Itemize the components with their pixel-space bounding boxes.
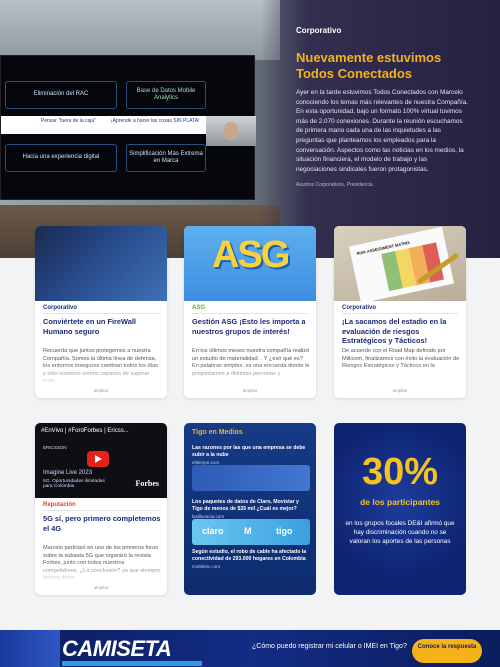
- media-item-source: lasillavacia.com: [192, 513, 225, 519]
- promo-banner[interactable]: CAMISETA ¿Cómo puedo registrar mi celula…: [0, 630, 500, 667]
- stat-subtitle: de los participantes: [360, 497, 440, 507]
- card-category-tag[interactable]: Corporativo: [43, 305, 77, 311]
- card-expand-link[interactable]: ampliar: [334, 388, 466, 393]
- card-title[interactable]: ¡La sacamos del estadio en la evaluación…: [342, 317, 460, 346]
- learn-answer-button[interactable]: Conoce la respuesta: [412, 639, 482, 663]
- operator-logos-image: claro M tigo: [192, 519, 310, 545]
- card-divider: [342, 313, 458, 314]
- media-item[interactable]: Según estudio, el robo de cable ha afect…: [192, 549, 310, 569]
- stat-value: 30%: [361, 451, 439, 493]
- hero-background-wall: [0, 0, 280, 60]
- hero-presentation-screen: Eliminación del RAC Base de Datos Mobile…: [0, 55, 256, 200]
- card-fade: [184, 364, 316, 386]
- media-item-title[interactable]: Según estudio, el robo de cable ha afect…: [192, 549, 310, 563]
- card-title[interactable]: Conviértete en un FireWall Humano seguro: [43, 317, 161, 336]
- news-card-asg[interactable]: ASG ASG Gestión ASG ¡Esto les importa a …: [184, 226, 316, 398]
- stat-description: en los grupos focales DE&I afirmó que ha…: [345, 520, 455, 545]
- card-title[interactable]: Gestión ASG ¡Esto les importa a nuestros…: [192, 317, 310, 336]
- banner-headline: CAMISETA: [62, 636, 172, 661]
- hero-category-tag[interactable]: Corporativo: [296, 26, 468, 35]
- hero-text-block: Corporativo Nuevamente estuvimos Todos C…: [296, 26, 468, 188]
- video-subtitle: Imagine Live 2023: [43, 470, 93, 476]
- video-title[interactable]: #EnVivo | #ForoForbes | Ericss...: [41, 428, 129, 434]
- hero-title[interactable]: Nuevamente estuvimos Todos Conectados: [296, 50, 468, 82]
- media-item[interactable]: Los paquetes de datos de Claro, Movistar…: [192, 499, 310, 519]
- screen-think-outside-box: Pensar "fuera de la caja": [41, 118, 96, 124]
- hero-banner[interactable]: Eliminación del RAC Base de Datos Mobile…: [0, 0, 500, 258]
- media-item-source: eltiempo.com: [192, 459, 220, 465]
- asg-image: ASG: [184, 226, 316, 301]
- screen-cell-brand-simplification: Simplificación Más Extrema en Marca: [126, 144, 206, 172]
- news-card-risk[interactable]: RISK ASSESSMENT MATRIX Corporativo ¡La s…: [334, 226, 466, 398]
- banner-strip: [62, 661, 202, 666]
- news-card-firewall[interactable]: Corporativo Conviértete en un FireWall H…: [35, 226, 167, 398]
- card-fade: [35, 364, 167, 386]
- video-caption: 5G: Oportunidades ilimitadas para Colomb…: [43, 479, 105, 489]
- media-heading: Tigo en Medios: [192, 429, 243, 436]
- asg-logo-text: ASG: [212, 234, 290, 276]
- players-image: [0, 630, 60, 667]
- play-button-icon[interactable]: [87, 451, 109, 467]
- webcam-person: [224, 122, 238, 140]
- media-item-source: mobiletic.com: [192, 563, 221, 569]
- card-divider: [192, 313, 308, 314]
- tigo-logo: tigo: [276, 526, 293, 536]
- screen-cell-digital-experience: Hacia una experiencia digital: [5, 144, 117, 172]
- card-divider: [43, 510, 159, 511]
- webcam-thumbnail: [206, 116, 256, 146]
- banner-question: ¿Cómo puedo registrar mi celular o IMEI …: [252, 643, 407, 650]
- card-category-tag[interactable]: Corporativo: [342, 305, 376, 311]
- card-fade: [334, 364, 466, 386]
- card-title[interactable]: 5G sí, pero primero completemos el 4G: [43, 514, 161, 533]
- media-item-image: [192, 465, 310, 491]
- screen-white-bar: Pensar "fuera de la caja" ¡Aprende a hac…: [1, 116, 206, 134]
- screen-cell-mobile-analytics: Base de Datos Mobile Analytics: [126, 81, 206, 109]
- screen-learn-without-money: ¡Aprende a hacer las cosas SIN PLATA!: [111, 118, 200, 124]
- news-card-5g[interactable]: #EnVivo | #ForoForbes | Ericss... ERICSS…: [35, 423, 167, 595]
- card-fade: [35, 561, 167, 583]
- video-brand: ERICSSON: [43, 445, 67, 450]
- forbes-logo: Forbes: [135, 479, 159, 488]
- screen-cell-rac: Eliminación del RAC: [5, 81, 117, 109]
- card-expand-link[interactable]: ampliar: [35, 388, 167, 393]
- firewall-image: [35, 226, 167, 301]
- card-category-tag[interactable]: ASG: [192, 305, 205, 311]
- video-thumbnail[interactable]: #EnVivo | #ForoForbes | Ericss... ERICSS…: [35, 423, 167, 498]
- media-item-title[interactable]: Los paquetes de datos de Claro, Movistar…: [192, 499, 310, 513]
- claro-logo: claro: [202, 526, 224, 536]
- card-expand-link[interactable]: ampliar: [35, 585, 167, 590]
- media-mentions-panel: Tigo en Medios Las razones por las que u…: [184, 423, 316, 595]
- dei-stat-card[interactable]: 30% de los participantes en los grupos f…: [334, 423, 466, 595]
- hero-body: Ayer en la tarde estuvimos Todos Conecta…: [296, 89, 468, 173]
- card-category-tag[interactable]: Reputación: [43, 502, 76, 508]
- media-item[interactable]: Las razones por las que una empresa se d…: [192, 445, 310, 465]
- hero-footer: Asuntos Corporativos, Presidencia: [296, 182, 373, 189]
- movistar-logo: M: [244, 526, 252, 536]
- risk-matrix-image: RISK ASSESSMENT MATRIX: [334, 226, 466, 304]
- card-expand-link[interactable]: ampliar: [184, 388, 316, 393]
- card-divider: [43, 313, 159, 314]
- media-item-title[interactable]: Las razones por las que una empresa se d…: [192, 445, 310, 459]
